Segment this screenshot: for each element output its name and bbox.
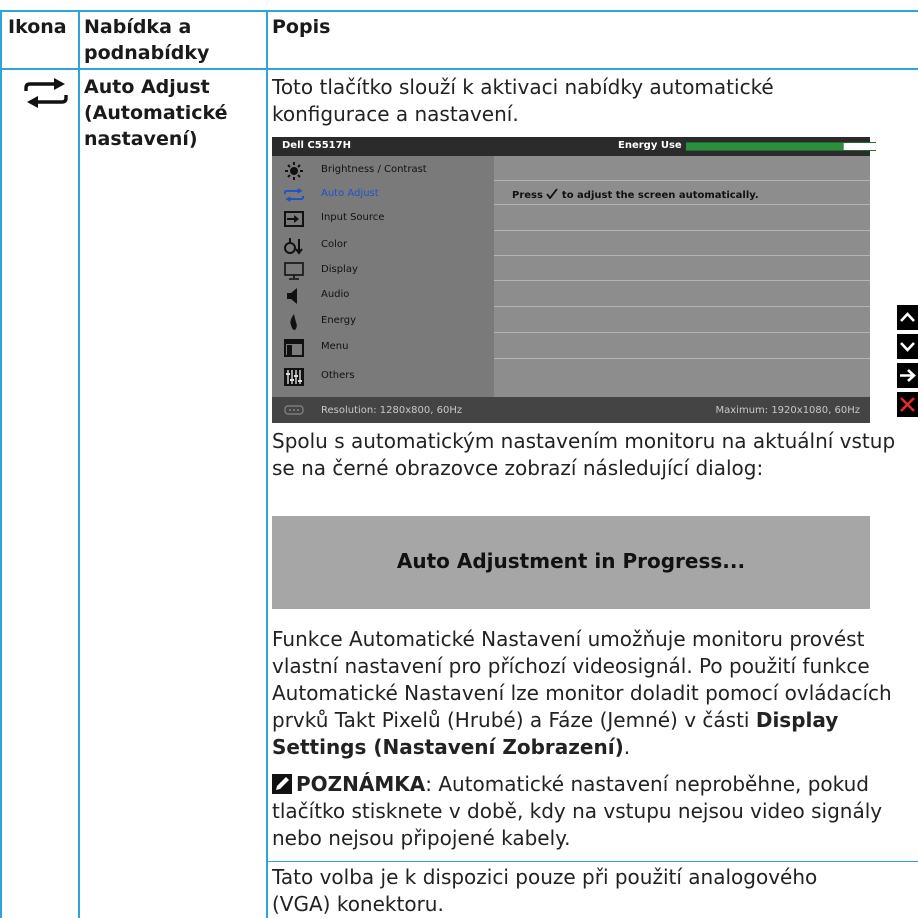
- osd-item-label: Display: [321, 264, 358, 275]
- energy-icon: [284, 313, 304, 331]
- dialog-text: Auto Adjustment in Progress...: [396, 549, 746, 573]
- checkmark-icon: [546, 188, 559, 200]
- connector-icon: [284, 405, 304, 415]
- osd-item-label: Audio: [321, 289, 350, 300]
- brightness-icon: [284, 162, 304, 180]
- osd-item-label: Input Source: [321, 212, 385, 223]
- osd-divider: [494, 204, 870, 205]
- audio-icon: [284, 287, 304, 305]
- note-label: POZNÁMKA: [296, 772, 426, 796]
- osd-item-color[interactable]: Color: [272, 234, 494, 258]
- auto-adjust-icon: [284, 186, 304, 204]
- paragraph-end: .: [623, 735, 631, 759]
- osd-item-display[interactable]: Display: [272, 259, 494, 283]
- osd-item-auto-adjust[interactable]: Auto Adjust: [272, 183, 494, 207]
- header-description: Popis: [272, 16, 331, 38]
- osd-item-label: Auto Adjust: [321, 188, 379, 199]
- down-arrow-icon[interactable]: [897, 334, 918, 359]
- osd-item-label: Brightness / Contrast: [321, 164, 427, 175]
- header-menu: Nabídka a podnabídky: [84, 16, 210, 64]
- osd-item-menu[interactable]: Menu: [272, 336, 494, 360]
- osd-resolution: Resolution: 1280x800, 60Hz: [321, 405, 463, 416]
- header-bottom-border: [0, 68, 918, 70]
- osd-item-label: Others: [321, 370, 355, 381]
- osd-header: Dell C5517H Energy Use: [272, 137, 876, 156]
- osd-item-label: Color: [321, 239, 348, 250]
- osd-message: Press to adjust the screen automatically…: [512, 188, 759, 201]
- osd-divider: [494, 255, 870, 256]
- color-icon: [284, 237, 304, 255]
- osd-item-energy[interactable]: Energy: [272, 310, 494, 334]
- osd-item-others[interactable]: Others: [272, 365, 494, 389]
- osd-item-brightness[interactable]: Brightness / Contrast: [272, 159, 494, 183]
- menu-name: Auto Adjust (Automatické nastavení): [84, 76, 228, 150]
- osd-message-prefix: Press: [512, 190, 543, 201]
- intro-text: Toto tlačítko slouží k aktivaci nabídky …: [272, 75, 774, 126]
- page: Ikona Nabídka a podnabídky Popis Auto Ad…: [0, 0, 918, 918]
- auto-adjust-icon: [24, 78, 68, 108]
- header-icon: Ikona: [8, 16, 67, 38]
- osd-footer: Resolution: 1280x800, 60Hz Maximum: 1920…: [272, 397, 870, 423]
- close-icon[interactable]: [897, 392, 918, 417]
- osd-divider: [494, 280, 870, 281]
- description-paragraph: Funkce Automatické Nastavení umožňuje mo…: [272, 626, 918, 761]
- osd-menu: Dell C5517H Energy Use Brightness / Cont…: [272, 137, 876, 423]
- right-arrow-icon[interactable]: [897, 363, 918, 388]
- osd-divider: [494, 230, 870, 231]
- column-divider-1: [78, 10, 80, 918]
- input-source-icon: [284, 210, 304, 228]
- osd-menu-list: Brightness / Contrast Auto Adjust Input …: [272, 156, 494, 397]
- osd-item-label: Menu: [321, 341, 349, 352]
- vga-note-text: Tato volba je k dispozici pouze při použ…: [272, 865, 818, 916]
- osd-content-panel: Press to adjust the screen automatically…: [494, 156, 870, 397]
- osd-message-suffix: to adjust the screen automatically.: [561, 190, 759, 201]
- column-divider-2: [266, 10, 268, 918]
- up-arrow-icon[interactable]: [897, 305, 918, 330]
- note-paragraph: POZNÁMKA: Automatické nastavení neproběh…: [272, 771, 918, 852]
- osd-model: Dell C5517H: [282, 140, 351, 151]
- osd-maximum: Maximum: 1920x1080, 60Hz: [715, 405, 861, 416]
- osd-divider: [494, 180, 870, 181]
- note-pencil-icon: [272, 774, 292, 794]
- osd-item-audio[interactable]: Audio: [272, 284, 494, 308]
- table-top-border: [0, 10, 918, 12]
- osd-item-label: Energy: [321, 315, 357, 326]
- energy-bar: [686, 142, 876, 151]
- table-left-border: [0, 10, 2, 918]
- osd-item-input-source[interactable]: Input Source: [272, 207, 494, 231]
- osd-divider: [494, 332, 870, 333]
- osd-divider: [494, 358, 870, 359]
- others-icon: [284, 368, 304, 386]
- dialog-intro-text: Spolu s automatickým nastavením monitoru…: [272, 429, 896, 480]
- note-separator: [266, 861, 918, 862]
- menu-icon: [284, 339, 304, 357]
- energy-label: Energy Use: [618, 140, 682, 151]
- display-icon: [284, 262, 304, 280]
- osd-divider: [494, 306, 870, 307]
- auto-adjust-dialog: Auto Adjustment in Progress...: [272, 516, 870, 609]
